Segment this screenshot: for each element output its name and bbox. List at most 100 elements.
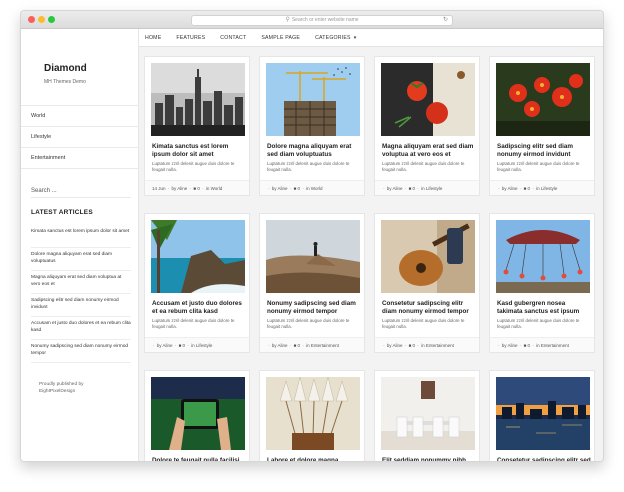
site-title[interactable]: Diamond xyxy=(44,63,87,74)
sidebar-item-world[interactable]: World xyxy=(21,106,139,127)
post-category[interactable]: Lifestyle xyxy=(426,186,443,191)
post-author[interactable]: Aline xyxy=(177,186,187,191)
post-author[interactable]: Aline xyxy=(278,186,288,191)
post-thumbnail-night-city[interactable] xyxy=(496,377,590,450)
post-author[interactable]: Aline xyxy=(393,186,403,191)
latest-article-link[interactable]: Magna aliquyam erat sed diam voluptua at… xyxy=(31,271,131,294)
post-thumbnail-red-flowers[interactable] xyxy=(496,63,590,136)
post-card[interactable]: Dolore te feugait nulla facilisi orem ip… xyxy=(144,370,250,461)
post-thumbnail-guitar[interactable] xyxy=(381,220,475,293)
latest-article-link[interactable]: Accusam et justo duo dolores et ea rebum… xyxy=(31,317,131,340)
post-comment-count[interactable]: 0 xyxy=(298,343,301,348)
maximize-window-button[interactable] xyxy=(48,16,55,23)
post-category[interactable]: World xyxy=(211,186,223,191)
post-category[interactable]: Lifestyle xyxy=(196,343,213,348)
post-card[interactable]: Nonumy sadipscing sed diam nonumy eirmod… xyxy=(259,213,365,353)
address-bar[interactable]: ⚲ Search or enter website name ↻ xyxy=(191,15,453,26)
post-card[interactable]: Magna aliquyam erat sed diam voluptua at… xyxy=(374,56,480,196)
post-category[interactable]: Entertainment xyxy=(426,343,454,348)
post-excerpt: Luptatum zzril delenit augue duis dolore… xyxy=(267,161,350,172)
post-title[interactable]: Consetetur sadipscing elitr diam nonumy … xyxy=(382,300,476,316)
post-thumbnail-tomatoes[interactable] xyxy=(381,63,475,136)
post-card[interactable]: Sadipscing elitr sed diam nonumy eirmod … xyxy=(489,56,595,196)
post-comment-count[interactable]: 0 xyxy=(197,186,200,191)
post-card[interactable]: Consetetur sadipscing elitr diam nonumy … xyxy=(374,213,480,353)
latest-article-link[interactable]: Dolore magna aliquyam erat sed diam volu… xyxy=(31,248,131,271)
post-thumbnail-phone-stadium[interactable] xyxy=(151,377,245,450)
post-category[interactable]: Entertainment xyxy=(311,343,339,348)
close-window-button[interactable] xyxy=(28,16,35,23)
post-comment-count[interactable]: 0 xyxy=(413,186,416,191)
latest-articles-list: Kimata sanctus est lorem ipsum dolor sit… xyxy=(31,225,131,363)
latest-article-link[interactable]: Sadipscing elitr sed diam nonumy eirmod … xyxy=(31,294,131,317)
nav-item-home[interactable]: HOME xyxy=(145,35,161,41)
post-title[interactable]: Sadipscing elitr sed diam nonumy eirmod … xyxy=(497,143,591,159)
post-title[interactable]: Consetetur sadipscing elitr sed diam non… xyxy=(497,457,591,461)
comment-icon: ■ xyxy=(293,186,297,191)
post-author[interactable]: Aline xyxy=(508,343,518,348)
post-comment-count[interactable]: 0 xyxy=(528,186,531,191)
post-comment-count[interactable]: 0 xyxy=(413,343,416,348)
minimize-window-button[interactable] xyxy=(38,16,45,23)
post-title[interactable]: Dolore magna aliquyam erat sed diam volu… xyxy=(267,143,361,159)
nav-item-contact[interactable]: CONTACT xyxy=(220,35,246,41)
post-category[interactable]: World xyxy=(311,186,323,191)
post-title[interactable]: Labore et dolore magna aliquyam erat sed… xyxy=(267,457,361,461)
nav-item-sample-page[interactable]: SAMPLE PAGE xyxy=(261,35,300,41)
credit-link[interactable]: EightPixelDesign xyxy=(39,388,119,395)
post-thumbnail-cliff-person[interactable] xyxy=(266,220,360,293)
post-excerpt: Luptatum zzril delenit augue duis dolore… xyxy=(267,318,350,329)
post-author[interactable]: Aline xyxy=(278,343,288,348)
comment-icon: ■ xyxy=(408,186,412,191)
post-card[interactable]: Dolore magna aliquyam erat sed diam volu… xyxy=(259,56,365,196)
post-card[interactable]: Consetetur sadipscing elitr sed diam non… xyxy=(489,370,595,461)
post-meta: - by Aline - ■ 0 - in Entertainment xyxy=(375,337,479,352)
post-thumbnail-city-skyline[interactable] xyxy=(151,63,245,136)
sidebar: Diamond MH Themes Demo World Lifestyle E… xyxy=(21,29,139,461)
post-meta: 14 Jun - by Aline - ■ 0 - in World xyxy=(145,180,249,195)
post-author[interactable]: Aline xyxy=(508,186,518,191)
post-title[interactable]: Kimata sanctus est lorem ipsum dolor sit… xyxy=(152,143,246,159)
post-title[interactable]: Accusam et justo duo dolores et ea rebum… xyxy=(152,300,246,316)
post-thumbnail-carousel[interactable] xyxy=(496,220,590,293)
sidebar-item-entertainment[interactable]: Entertainment xyxy=(21,148,139,169)
post-author[interactable]: Aline xyxy=(393,343,403,348)
post-card[interactable]: Labore et dolore magna aliquyam erat sed… xyxy=(259,370,365,461)
post-card[interactable]: Kasd gubergren nosea takimata sanctus es… xyxy=(489,213,595,353)
post-meta: - by Aline - ■ 0 - in Entertainment xyxy=(260,337,364,352)
nav-item-categories[interactable]: CATEGORIES ▾ xyxy=(315,35,356,41)
post-card[interactable]: Accusam et justo duo dolores et ea rebum… xyxy=(144,213,250,353)
post-title[interactable]: Magna aliquyam erat sed diam voluptua at… xyxy=(382,143,476,159)
search-input[interactable]: Search ... xyxy=(31,184,131,198)
post-thumbnail-coast-palm[interactable] xyxy=(151,220,245,293)
post-meta: - by Aline - ■ 0 - in World xyxy=(260,180,364,195)
caret-down-icon: ▾ xyxy=(353,34,357,41)
latest-article-link[interactable]: Nonumy sadipscing sed diam nonumy eirmod… xyxy=(31,340,131,363)
main-navigation: HOME FEATURES CONTACT SAMPLE PAGE CATEGO… xyxy=(139,29,603,47)
search-icon: ⚲ xyxy=(285,17,290,23)
post-thumbnail-arrows[interactable] xyxy=(266,377,360,450)
post-title[interactable]: Elit seddiam nonummy nibh euismod tincid… xyxy=(382,457,476,461)
post-category[interactable]: Entertainment xyxy=(541,343,569,348)
comment-icon: ■ xyxy=(178,343,182,348)
browser-titlebar: ⚲ Search or enter website name ↻ xyxy=(21,11,603,29)
post-thumbnail-dining-room[interactable] xyxy=(381,377,475,450)
post-title[interactable]: Dolore te feugait nulla facilisi orem ip… xyxy=(152,457,246,461)
post-card[interactable]: Elit seddiam nonummy nibh euismod tincid… xyxy=(374,370,480,461)
post-thumbnail-construction-crane[interactable] xyxy=(266,63,360,136)
post-author[interactable]: Aline xyxy=(163,343,173,348)
reload-icon[interactable]: ↻ xyxy=(443,16,448,25)
post-category[interactable]: Lifestyle xyxy=(541,186,558,191)
latest-article-link[interactable]: Kimata sanctus est lorem ipsum dolor sit… xyxy=(31,225,131,248)
post-comment-count[interactable]: 0 xyxy=(298,186,301,191)
post-comment-count[interactable]: 0 xyxy=(183,343,186,348)
nav-item-features[interactable]: FEATURES xyxy=(176,35,205,41)
post-card[interactable]: Kimata sanctus est lorem ipsum dolor sit… xyxy=(144,56,250,196)
post-title[interactable]: Kasd gubergren nosea takimata sanctus es… xyxy=(497,300,591,316)
comment-icon: ■ xyxy=(523,343,527,348)
main-content: HOME FEATURES CONTACT SAMPLE PAGE CATEGO… xyxy=(139,29,603,461)
post-title[interactable]: Nonumy sadipscing sed diam nonumy eirmod… xyxy=(267,300,361,316)
sidebar-item-lifestyle[interactable]: Lifestyle xyxy=(21,127,139,148)
latest-articles-heading: LATEST ARTICLES xyxy=(31,209,93,216)
post-comment-count[interactable]: 0 xyxy=(528,343,531,348)
